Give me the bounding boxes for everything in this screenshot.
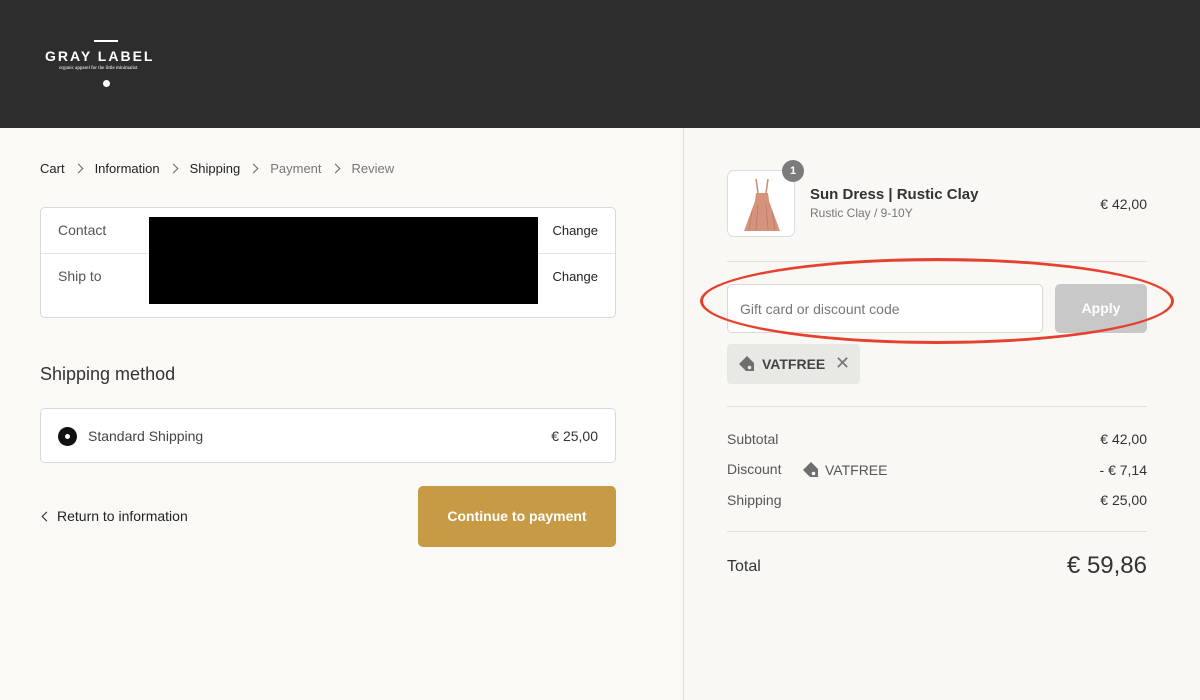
divider	[727, 261, 1147, 262]
shipping-option-name: Standard Shipping	[88, 428, 204, 444]
discount-code: VATFREE	[825, 462, 888, 478]
continue-to-payment-button[interactable]: Continue to payment	[418, 486, 616, 547]
subtotal-label: Subtotal	[727, 431, 779, 447]
redacted-details	[149, 217, 538, 304]
remove-discount-icon[interactable]: ✕	[835, 353, 850, 373]
tag-icon	[739, 356, 754, 371]
chevron-right-icon	[248, 163, 259, 173]
total-label: Total	[727, 558, 761, 575]
product-price: € 42,00	[1100, 196, 1147, 212]
brand-logo[interactable]: GRAY LABEL organic apparel for the littl…	[44, 40, 174, 90]
applied-discount-chip: VATFREE ✕	[727, 344, 860, 384]
shipping-option-price: € 25,00	[551, 428, 598, 444]
product-thumbnail	[727, 170, 795, 237]
shipping-option[interactable]: Standard Shipping € 25,00	[40, 408, 616, 463]
discount-code-input[interactable]	[727, 284, 1043, 333]
breadcrumb-review: Review	[351, 160, 395, 176]
subtotal-value: € 42,00	[1100, 431, 1147, 447]
breadcrumb-information[interactable]: Information	[95, 161, 160, 176]
return-to-information-link[interactable]: Return to information	[40, 508, 188, 524]
shipping-method-heading: Shipping method	[40, 364, 176, 384]
chevron-left-icon	[41, 511, 52, 521]
apply-discount-button[interactable]: Apply	[1055, 284, 1147, 333]
shipping-label: Shipping	[727, 492, 782, 508]
breadcrumb-shipping: Shipping	[189, 160, 241, 176]
change-ship-to-link[interactable]: Change	[552, 269, 598, 284]
discount-value: - € 7,14	[1099, 462, 1147, 478]
shipping-value: € 25,00	[1100, 492, 1147, 508]
ship-to-label: Ship to	[58, 268, 102, 284]
breadcrumb: Cart Information Shipping Payment Review	[40, 159, 394, 177]
quantity-badge: 1	[782, 160, 804, 182]
logo-bar	[94, 40, 118, 42]
brand-tagline: organic apparel for the little minimalis…	[59, 66, 138, 71]
return-link-label: Return to information	[57, 508, 188, 524]
applied-discount-code: VATFREE	[762, 356, 826, 372]
change-contact-link[interactable]: Change	[552, 223, 598, 238]
dress-image	[744, 178, 780, 231]
divider	[727, 531, 1147, 532]
total-value: € 59,86	[1066, 552, 1147, 579]
tag-icon	[803, 462, 818, 477]
discount-label: Discount	[727, 461, 782, 477]
column-divider	[683, 128, 684, 700]
contact-label: Contact	[58, 222, 107, 238]
product-variant: Rustic Clay / 9-10Y	[810, 206, 913, 220]
breadcrumb-payment: Payment	[270, 160, 322, 176]
divider	[727, 406, 1147, 407]
shipping-radio[interactable]	[58, 427, 77, 446]
brand-name: GRAY LABEL	[45, 48, 155, 64]
header: GRAY LABEL organic apparel for the littl…	[0, 0, 1200, 128]
logo-dot	[103, 80, 110, 87]
chevron-right-icon	[168, 163, 179, 173]
product-name: Sun Dress | Rustic Clay	[810, 186, 979, 203]
breadcrumb-cart[interactable]: Cart	[40, 161, 65, 176]
chevron-right-icon	[330, 163, 340, 173]
chevron-right-icon	[73, 163, 84, 173]
